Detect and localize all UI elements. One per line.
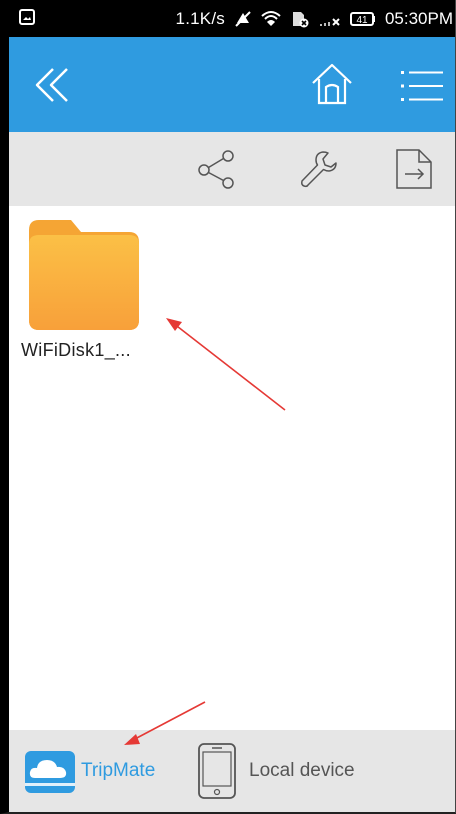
folder-item[interactable]: WiFiDisk1_... [21, 220, 145, 361]
tab-label-local-device: Local device [249, 760, 355, 781]
tab-tripmate[interactable]: TripMate [23, 730, 155, 812]
folder-icon [29, 220, 139, 330]
export-icon[interactable] [395, 148, 433, 190]
menu-icon[interactable] [401, 69, 443, 103]
battery-icon: 41 [349, 11, 375, 26]
title-bar [9, 37, 455, 132]
bottom-nav: TripMate Local device [9, 730, 455, 812]
tab-local-device[interactable]: Local device [197, 730, 355, 812]
signal-icon [319, 17, 340, 26]
sim-off-icon [292, 11, 309, 27]
wrench-icon[interactable] [298, 148, 340, 190]
cloud-drive-icon [25, 751, 75, 793]
home-icon[interactable] [309, 61, 355, 107]
share-icon[interactable] [195, 148, 237, 190]
app-frame: 1.1K/s 41 05:30PM WiFiDisk1_... TripMate… [0, 0, 456, 814]
action-toolbar [9, 132, 455, 206]
clock: 05:30PM [384, 8, 453, 28]
network-speed: 1.1K/s [175, 8, 225, 28]
mute-icon [235, 10, 251, 27]
tab-label-tripmate: TripMate [81, 760, 156, 781]
folder-name: WiFiDisk1_... [21, 340, 131, 360]
status-bar: 1.1K/s 41 05:30PM [9, 0, 455, 37]
phone-icon [198, 743, 236, 799]
double-chevron-left-icon[interactable] [31, 65, 75, 105]
battery-level: 41 [356, 15, 368, 26]
wifi-icon [261, 10, 281, 26]
gallery-icon [19, 9, 35, 25]
file-list: WiFiDisk1_... [9, 206, 455, 730]
